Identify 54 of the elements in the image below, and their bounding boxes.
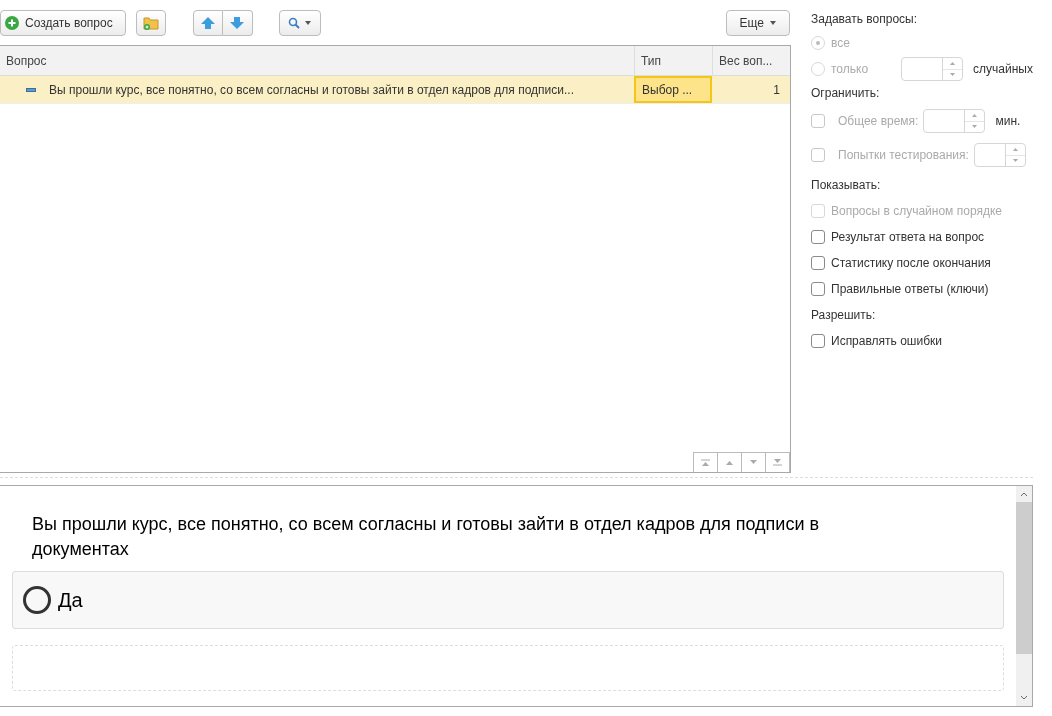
arrow-down-icon: [230, 16, 245, 29]
search-button[interactable]: [278, 9, 321, 36]
checkbox-label: Вопросы в случайном порядке: [831, 203, 1002, 220]
section-label: Ограничить:: [811, 85, 881, 102]
field-suffix: случайных: [973, 61, 1033, 78]
question-text: Вы прошли курс, все понятно, со всем согласны и готовы зайти в отдел кадров для подписи в документах: [31, 513, 821, 561]
radio-label: все: [831, 35, 851, 52]
create-question-button[interactable]: Создать вопрос: [0, 9, 126, 36]
table-cell-text: 1: [772, 81, 781, 99]
column-header[interactable]: Тип: [634, 46, 712, 75]
new-folder-button[interactable]: [135, 9, 166, 36]
caret-icon: [770, 20, 776, 25]
checkbox-label: Правильные ответы (ключи): [831, 281, 989, 298]
answer-option[interactable]: Да: [12, 571, 1004, 629]
plus-icon: [5, 15, 19, 30]
radio-label: только: [831, 61, 870, 78]
down-arrow-icon[interactable]: [1012, 159, 1018, 163]
down-arrow-icon[interactable]: [972, 125, 978, 129]
move-up-button[interactable]: [192, 9, 223, 36]
folder-add-icon: [142, 15, 159, 30]
checkbox-label: Статистику после окончания: [831, 255, 991, 272]
radio-button[interactable]: [23, 586, 51, 614]
checkbox[interactable]: [811, 334, 825, 348]
scrollbar[interactable]: [1016, 486, 1032, 706]
checkbox-label: Попытки тестирования:: [838, 147, 969, 164]
up-arrow-icon[interactable]: [950, 61, 955, 65]
scrollbar-thumb[interactable]: [1016, 502, 1032, 654]
unit-label: мин.: [995, 113, 1021, 130]
up-arrow-icon[interactable]: [1012, 147, 1018, 151]
number-spin-field[interactable]: [923, 109, 986, 133]
section-label: Разрешить:: [811, 307, 877, 324]
checkbox-label: Общее время:: [838, 113, 919, 130]
number-spin-field[interactable]: [973, 143, 1026, 167]
search-icon: [288, 16, 301, 29]
table-row[interactable]: Вы прошли курс, все понятно, со всем согласны и готовы зайти в отдел кадров для подписи... Выбор ... 1: [0, 76, 790, 104]
checkbox[interactable]: [811, 230, 825, 244]
down-arrow-icon[interactable]: [950, 73, 955, 77]
more-button[interactable]: Еще: [725, 9, 790, 36]
caret-icon: [305, 20, 312, 25]
up-arrow-icon[interactable]: [972, 113, 978, 117]
checkbox-label: Результат ответа на вопрос: [831, 229, 985, 246]
column-header[interactable]: Вопрос: [0, 46, 634, 75]
table-cell: Выбор ...: [634, 76, 712, 103]
section-label: Показывать:: [811, 177, 882, 194]
checkbox-label: Исправлять ошибки: [831, 333, 942, 350]
checkbox[interactable]: [811, 282, 825, 296]
column-header[interactable]: Вес воп...: [712, 46, 790, 75]
move-down-button[interactable]: [222, 9, 253, 36]
section-label: Задавать вопросы:: [811, 11, 919, 28]
checkbox[interactable]: [811, 256, 825, 270]
table-cell-text: Вы прошли курс, все понятно, со всем согласны и готовы зайти в отдел кадров для подписи...: [49, 81, 574, 99]
arrow-up-icon: [200, 16, 215, 29]
item-icon: [26, 87, 36, 92]
count-spin-field[interactable]: [901, 57, 963, 81]
